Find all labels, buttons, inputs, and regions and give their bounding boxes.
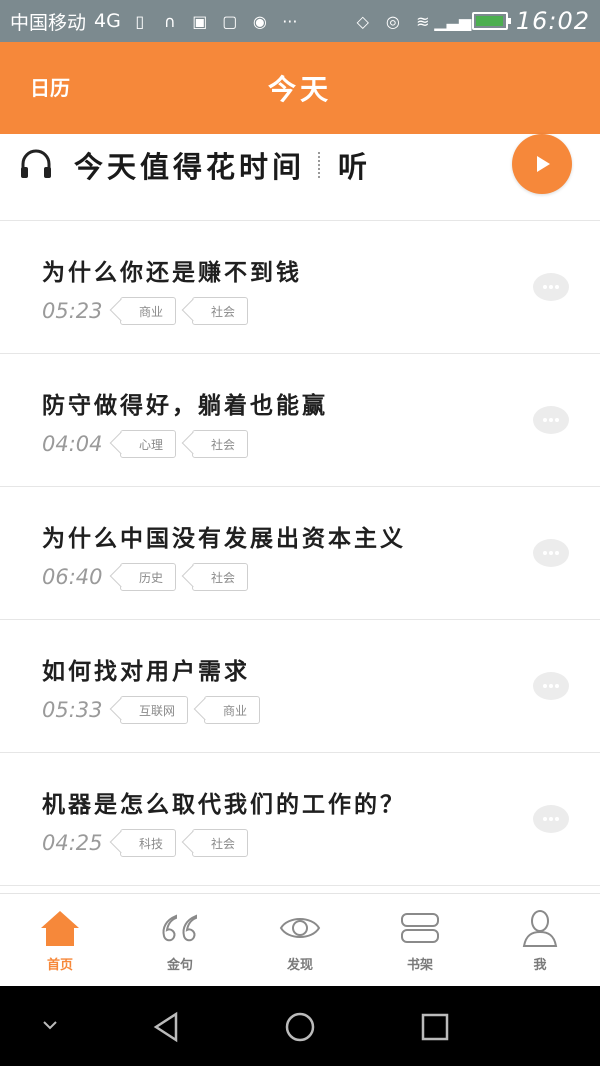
tab-home[interactable]: 首页 xyxy=(0,894,120,986)
app-bar: 日历 今天 xyxy=(0,42,600,134)
quote-icon xyxy=(162,914,197,942)
tab-discover[interactable]: 发现 xyxy=(240,894,360,986)
back-icon[interactable] xyxy=(150,1010,184,1044)
article-tag[interactable]: 历史 xyxy=(120,563,177,591)
collapse-icon[interactable] xyxy=(38,1016,62,1036)
wifi-icon: ≋ xyxy=(416,11,430,31)
article-item[interactable]: 如何找对用户需求 05:33 互联网 商业 xyxy=(0,620,600,753)
comment-icon[interactable] xyxy=(530,404,570,436)
tab-label: 发现 xyxy=(286,958,313,973)
clock: 16:02 xyxy=(515,7,590,35)
article-tag[interactable]: 社会 xyxy=(192,563,249,591)
article-tag[interactable]: 商业 xyxy=(120,297,177,325)
article-tag[interactable]: 心理 xyxy=(120,430,177,458)
bottom-tab-bar: 首页 金句 发现 书架 我 xyxy=(0,893,600,986)
play-icon xyxy=(537,156,550,172)
article-duration: 05:23 xyxy=(42,299,103,323)
audio-divider xyxy=(318,152,320,178)
tab-bookshelf[interactable]: 书架 xyxy=(360,894,480,986)
audio-bar[interactable]: 今天值得花时间 听 xyxy=(0,134,600,221)
battery-icon xyxy=(471,12,511,30)
sim-icon: ▯ xyxy=(135,11,145,31)
image-icon: ▢ xyxy=(222,11,238,31)
article-title: 机器是怎么取代我们的工作的？ xyxy=(42,792,406,818)
article-item[interactable]: 防守做得好，躺着也能赢 04:04 心理 社会 xyxy=(0,354,600,487)
article-duration: 05:33 xyxy=(42,698,103,722)
recents-icon[interactable] xyxy=(418,1010,452,1044)
tab-label: 书架 xyxy=(406,958,433,973)
article-duration: 06:40 xyxy=(42,565,103,589)
article-tag[interactable]: 社会 xyxy=(192,297,249,325)
system-nav-bar xyxy=(0,986,600,1066)
network-label: 4G xyxy=(94,10,121,32)
article-title: 为什么中国没有发展出资本主义 xyxy=(42,526,406,552)
article-tag[interactable]: 互联网 xyxy=(120,696,189,724)
eye-icon xyxy=(279,918,321,938)
comment-icon[interactable] xyxy=(530,537,570,569)
article-list: 为什么你还是赚不到钱 05:23 商业 社会 防守做得好，躺着也能赢 04:04… xyxy=(0,221,600,886)
article-tag[interactable]: 科技 xyxy=(120,829,177,857)
tab-label: 首页 xyxy=(46,958,73,973)
article-duration: 04:25 xyxy=(42,831,103,855)
article-item[interactable]: 机器是怎么取代我们的工作的？ 04:25 科技 社会 xyxy=(0,753,600,886)
article-item[interactable]: 为什么你还是赚不到钱 05:23 商业 社会 xyxy=(0,221,600,354)
article-title: 如何找对用户需求 xyxy=(42,659,250,685)
bookshelf-icon xyxy=(401,913,439,943)
app-notification-icon: ▣ xyxy=(192,11,208,31)
comment-icon[interactable] xyxy=(530,271,570,303)
comment-icon[interactable] xyxy=(530,670,570,702)
home-nav-icon[interactable] xyxy=(283,1010,317,1044)
person-icon xyxy=(522,910,558,947)
status-bar: 中国移动 4G ▯ ∩ ▣ ▢ ◉ ··· ◇ ◎ ≋ ▁▃▅ 16:02 xyxy=(0,0,600,42)
carrier-label: 中国移动 xyxy=(10,11,87,34)
tab-quotes[interactable]: 金句 xyxy=(120,894,240,986)
comment-icon[interactable] xyxy=(530,803,570,835)
signal-icon: ▁▃▅ xyxy=(434,11,472,31)
vibrate-icon: ◇ xyxy=(356,11,369,31)
play-button[interactable] xyxy=(512,134,572,194)
article-item[interactable]: 为什么中国没有发展出资本主义 06:40 历史 社会 xyxy=(0,487,600,620)
more-icon: ··· xyxy=(282,11,298,31)
article-title: 为什么你还是赚不到钱 xyxy=(42,260,302,286)
article-tag[interactable]: 商业 xyxy=(204,696,261,724)
tab-label: 我 xyxy=(533,958,547,973)
article-tag[interactable]: 社会 xyxy=(192,829,249,857)
battery-level xyxy=(475,16,503,26)
alarm-icon: ◎ xyxy=(385,11,400,31)
headset-icon: ∩ xyxy=(163,11,176,31)
article-tag[interactable]: 社会 xyxy=(192,430,249,458)
headphones-icon xyxy=(21,149,51,178)
clock24-icon: ◉ xyxy=(252,11,267,31)
tab-label: 金句 xyxy=(166,958,193,973)
page-title: 今天 xyxy=(267,73,332,106)
listen-label: 听 xyxy=(338,150,368,184)
article-duration: 04:04 xyxy=(42,432,103,456)
article-title: 防守做得好，躺着也能赢 xyxy=(42,393,328,419)
tab-me[interactable]: 我 xyxy=(480,894,600,986)
audio-title: 今天值得花时间 xyxy=(74,150,306,184)
home-icon xyxy=(41,911,79,946)
